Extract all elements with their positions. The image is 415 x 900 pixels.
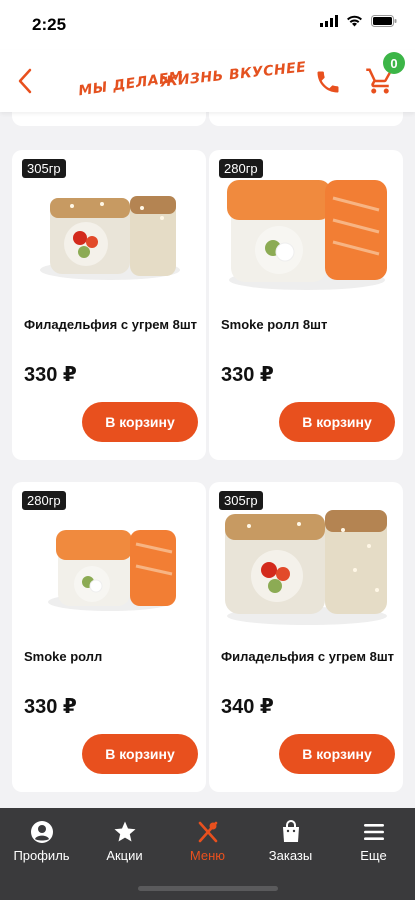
star-icon (114, 821, 135, 842)
bag-icon (282, 820, 299, 842)
product-image-salmon-roll-small (48, 530, 176, 611)
product-image-eel-roll (40, 196, 180, 280)
product-title: Smoke ролл 8шт (221, 317, 328, 332)
product-grid: 305гр Филадельфия с угрем 8шт 330 ₽ В ко… (0, 112, 415, 808)
product-title: Smoke ролл (24, 649, 103, 664)
tab-label: Меню (189, 848, 226, 863)
add-to-cart-button[interactable]: В корзину (82, 734, 198, 774)
product-title: Филадельфия с угрем 8шт (24, 317, 198, 332)
product-title: Филадельфия с угрем 8шт (221, 649, 395, 664)
app-header: МЫ ДЕЛАЕМ ЖИЗНЬ ВКУСНЕЕ 0 (0, 50, 415, 112)
hamburger-icon (363, 824, 384, 840)
menu-cutlery-icon (198, 821, 217, 843)
chevron-left-icon (18, 68, 32, 94)
logo-text-line2: ЖИЗНЬ ВКУСНЕЕ (159, 59, 308, 91)
product-card[interactable]: 280гр Smoke ролл 330 ₽ В корзину (12, 482, 206, 792)
battery-icon (371, 15, 397, 27)
product-price: 330 ₽ (24, 696, 77, 718)
phone-button[interactable] (314, 68, 342, 96)
brand-logo: МЫ ДЕЛАЕМ ЖИЗНЬ ВКУСНЕЕ (77, 56, 307, 106)
wifi-icon (347, 15, 362, 27)
tab-orders[interactable]: Заказы (249, 808, 332, 870)
product-price: 330 ₽ (221, 364, 274, 386)
product-image-eel-roll (225, 510, 387, 625)
status-icons (320, 15, 397, 27)
product-image-salmon-roll (227, 180, 387, 290)
home-indicator[interactable] (138, 886, 278, 891)
tab-label: Заказы (268, 848, 313, 863)
status-bar: 2:25 (0, 0, 415, 50)
product-price: 340 ₽ (221, 696, 274, 718)
weight-badge: 305гр (22, 159, 66, 178)
product-price: 330 ₽ (24, 364, 77, 386)
tab-profile[interactable]: Профиль (0, 808, 83, 870)
status-time: 2:25 (32, 15, 67, 34)
tab-promotions[interactable]: Акции (83, 808, 166, 870)
phone-icon (317, 71, 339, 93)
add-to-cart-button[interactable]: В корзину (279, 402, 395, 442)
product-card[interactable]: 305гр Филадельфия с угрем 8шт 330 ₽ В ко… (12, 150, 206, 460)
tab-label: Еще (360, 848, 387, 863)
back-button[interactable] (12, 64, 40, 98)
add-to-cart-button[interactable]: В корзину (279, 734, 395, 774)
cart-count-badge: 0 (383, 52, 405, 74)
product-card[interactable]: 280гр Smoke ролл 8шт 330 ₽ В корзину (209, 150, 403, 460)
add-to-cart-button[interactable]: В корзину (82, 402, 198, 442)
weight-badge: 280гр (22, 491, 66, 510)
profile-icon (30, 821, 53, 843)
weight-badge: 280гр (219, 159, 263, 178)
tab-menu[interactable]: Меню (166, 808, 249, 870)
signal-icon (320, 15, 338, 27)
weight-badge: 305гр (219, 491, 263, 510)
tab-label: Профиль (13, 848, 70, 863)
tab-label: Акции (106, 848, 143, 863)
product-card[interactable]: 305гр Филадельфия с угрем 8шт 340 ₽ В ко… (209, 482, 403, 792)
product-card-partial (12, 112, 206, 126)
product-card-partial (209, 112, 403, 126)
tab-more[interactable]: Еще (332, 808, 415, 870)
